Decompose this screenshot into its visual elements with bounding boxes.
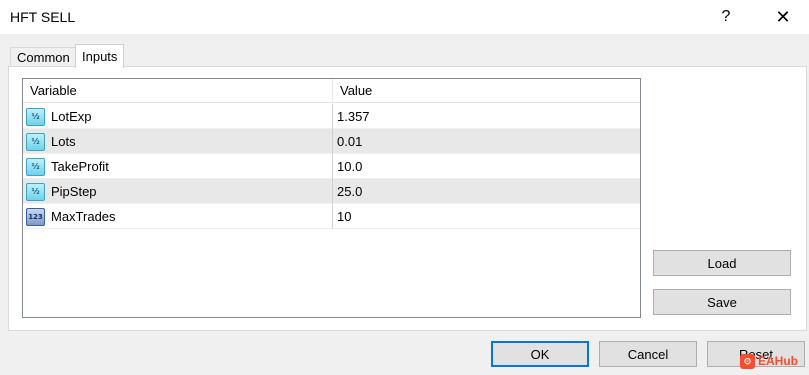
integer-icon: 123 bbox=[26, 207, 45, 226]
value-cell[interactable]: 1.357 bbox=[337, 104, 370, 129]
value-cell[interactable]: 10.0 bbox=[337, 154, 362, 179]
column-header-variable[interactable]: Variable bbox=[23, 79, 333, 103]
save-button[interactable]: Save bbox=[653, 289, 791, 315]
title-bar: HFT SELL ? ✕ bbox=[0, 0, 809, 34]
watermark-text: EAHub bbox=[758, 354, 798, 368]
ok-button[interactable]: OK bbox=[491, 341, 589, 367]
table-row[interactable]: ½ LotExp 1.357 bbox=[23, 104, 640, 129]
half-icon: ½ bbox=[26, 132, 45, 151]
table-rows: ½ LotExp 1.357 ½ Lots 0.01 ½ TakeProfit … bbox=[23, 104, 640, 229]
value-cell[interactable]: 10 bbox=[337, 204, 351, 229]
inputs-table: Variable Value ½ LotExp 1.357 ½ Lots 0.0… bbox=[22, 78, 641, 318]
watermark-logo-icon: ⊙ bbox=[740, 353, 755, 369]
tab-common[interactable]: Common bbox=[10, 47, 77, 67]
half-icon: ½ bbox=[26, 107, 45, 126]
watermark: ⊙ EAHub bbox=[740, 352, 798, 370]
help-button[interactable]: ? bbox=[703, 0, 749, 34]
table-row[interactable]: ½ TakeProfit 10.0 bbox=[23, 154, 640, 179]
column-header-value[interactable]: Value bbox=[333, 79, 640, 103]
table-row[interactable]: ½ Lots 0.01 bbox=[23, 129, 640, 154]
variable-cell: ½ Lots bbox=[23, 129, 333, 154]
table-header: Variable Value bbox=[23, 79, 640, 103]
variable-cell: ½ LotExp bbox=[23, 104, 333, 129]
half-icon: ½ bbox=[26, 182, 45, 201]
load-button[interactable]: Load bbox=[653, 250, 791, 276]
variable-name: PipStep bbox=[51, 184, 97, 199]
window-title: HFT SELL bbox=[10, 9, 76, 25]
close-button[interactable]: ✕ bbox=[760, 0, 806, 34]
tab-inputs[interactable]: Inputs bbox=[75, 44, 125, 68]
table-row[interactable]: ½ PipStep 25.0 bbox=[23, 179, 640, 204]
table-row[interactable]: 123 MaxTrades 10 bbox=[23, 204, 640, 229]
variable-name: Lots bbox=[51, 134, 76, 149]
variable-name: TakeProfit bbox=[51, 159, 109, 174]
variable-cell: ½ PipStep bbox=[23, 179, 333, 204]
value-cell[interactable]: 0.01 bbox=[337, 129, 362, 154]
variable-name: LotExp bbox=[51, 109, 92, 124]
variable-name: MaxTrades bbox=[51, 209, 116, 224]
variable-cell: 123 MaxTrades bbox=[23, 204, 333, 229]
cancel-button[interactable]: Cancel bbox=[599, 341, 697, 367]
value-cell[interactable]: 25.0 bbox=[337, 179, 362, 204]
half-icon: ½ bbox=[26, 157, 45, 176]
variable-cell: ½ TakeProfit bbox=[23, 154, 333, 179]
